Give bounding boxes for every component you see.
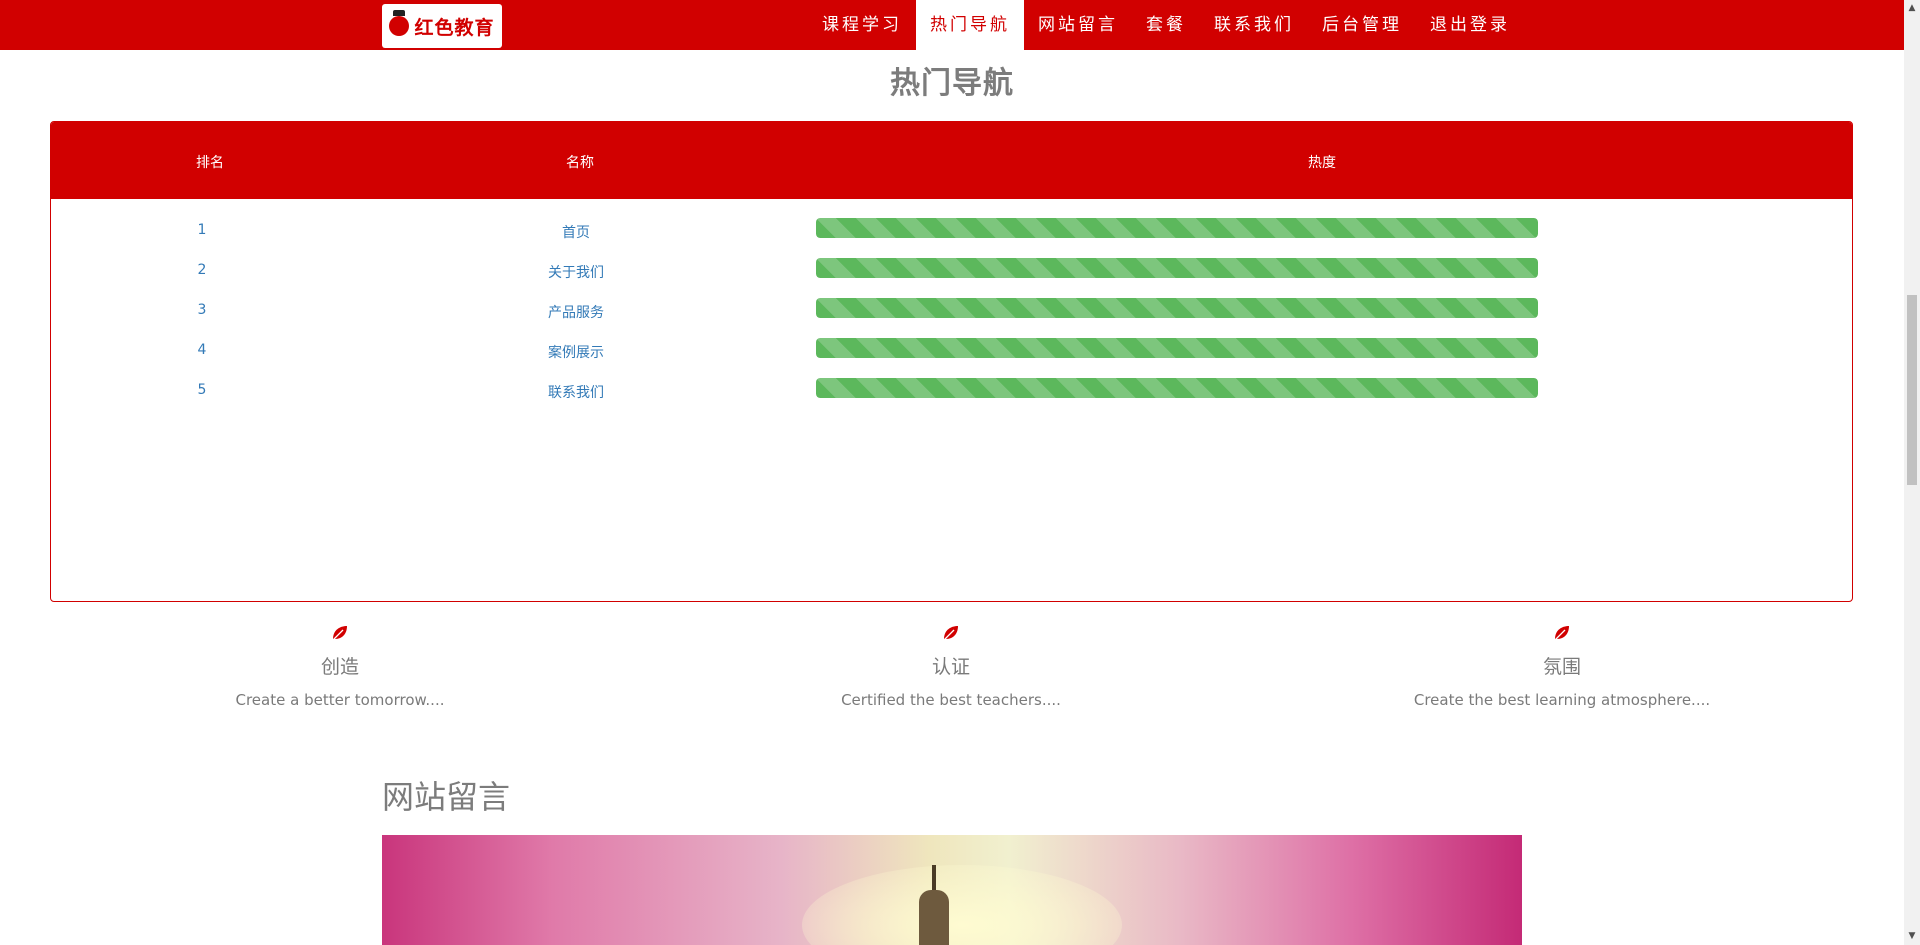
heat-progress-bar	[816, 258, 1538, 278]
top-navbar: 红色教育 课程学习 热门导航 网站留言 套餐 联系我们 后台管理 退出登录	[0, 0, 1904, 50]
banner-light	[802, 865, 1122, 945]
row-name-link[interactable]: 首页	[562, 222, 590, 242]
table-row: 4 案例展示	[51, 335, 1852, 365]
graduation-cap-icon	[389, 10, 410, 36]
scrollbar-thumb[interactable]	[1907, 295, 1917, 485]
logo-text: 红色教育	[414, 16, 495, 39]
feature-description: Create the best learning atmosphere....	[1413, 691, 1711, 709]
banner-spire	[932, 865, 936, 893]
hot-section-title: 热门导航	[890, 66, 1014, 101]
row-rank: 3	[197, 302, 207, 318]
heat-progress-bar	[816, 338, 1538, 358]
messages-section-title: 网站留言	[382, 778, 511, 816]
heat-progress-bar	[816, 298, 1538, 318]
row-rank: 1	[197, 222, 207, 238]
feature-description: Create a better tomorrow....	[235, 691, 445, 709]
row-rank: 4	[197, 342, 207, 358]
nav-item-contact[interactable]: 联系我们	[1200, 0, 1308, 50]
row-name-link[interactable]: 产品服务	[548, 302, 604, 322]
column-header-rank: 排名	[196, 155, 224, 171]
banner-tower	[919, 890, 949, 945]
column-header-name: 名称	[566, 155, 594, 171]
nav-item-messages[interactable]: 网站留言	[1024, 0, 1132, 50]
feature-description: Certified the best teachers....	[841, 691, 1061, 709]
table-row: 3 产品服务	[51, 295, 1852, 325]
scroll-down-arrow-icon[interactable]: ▼	[1904, 928, 1920, 945]
leaf-icon	[331, 626, 347, 642]
table-row: 5 联系我们	[51, 375, 1852, 405]
column-header-heat: 热度	[1308, 155, 1336, 171]
page: 红色教育 课程学习 热门导航 网站留言 套餐 联系我们 后台管理 退出登录 热门…	[0, 0, 1904, 945]
site-logo[interactable]: 红色教育	[382, 4, 502, 48]
heat-progress-fill	[816, 258, 1538, 278]
leaf-icon	[1553, 626, 1569, 642]
main-nav: 课程学习 热门导航 网站留言 套餐 联系我们 后台管理 退出登录	[808, 0, 1524, 50]
row-name-link[interactable]: 联系我们	[548, 382, 604, 402]
table-row: 2 关于我们	[51, 255, 1852, 285]
table-row: 1 首页	[51, 215, 1852, 245]
scroll-up-arrow-icon[interactable]: ▲	[1904, 0, 1920, 17]
heat-progress-bar	[816, 378, 1538, 398]
row-rank: 5	[197, 382, 207, 398]
heat-progress-fill	[816, 298, 1538, 318]
ranking-table-header: 排名 名称 热度	[51, 122, 1852, 199]
nav-item-hot-navigation[interactable]: 热门导航	[916, 0, 1024, 50]
row-name-link[interactable]: 案例展示	[548, 342, 604, 362]
heat-progress-bar	[816, 218, 1538, 238]
heat-progress-fill	[816, 378, 1538, 398]
vertical-scrollbar[interactable]: ▲ ▼	[1904, 0, 1920, 945]
nav-item-courses[interactable]: 课程学习	[808, 0, 916, 50]
nav-item-packages[interactable]: 套餐	[1132, 0, 1200, 50]
leaf-icon	[942, 626, 958, 642]
row-rank: 2	[197, 262, 207, 278]
feature-atmosphere: 氛围 Create the best learning atmosphere..…	[1362, 624, 1762, 709]
feature-certify: 认证 Certified the best teachers....	[751, 624, 1151, 709]
heat-progress-fill	[816, 218, 1538, 238]
feature-create: 创造 Create a better tomorrow....	[140, 624, 540, 709]
hot-ranking-panel: 排名 名称 热度 1 首页 2 关于我们 3 产品服务 4 案例展示 5 联系我…	[50, 121, 1853, 602]
nav-item-admin[interactable]: 后台管理	[1308, 0, 1416, 50]
feature-title: 氛围	[1542, 656, 1581, 678]
feature-title: 认证	[931, 656, 970, 678]
row-name-link[interactable]: 关于我们	[548, 262, 604, 282]
messages-banner-image	[382, 835, 1522, 945]
heat-progress-fill	[816, 338, 1538, 358]
nav-item-logout[interactable]: 退出登录	[1416, 0, 1524, 50]
feature-title: 创造	[320, 656, 359, 678]
